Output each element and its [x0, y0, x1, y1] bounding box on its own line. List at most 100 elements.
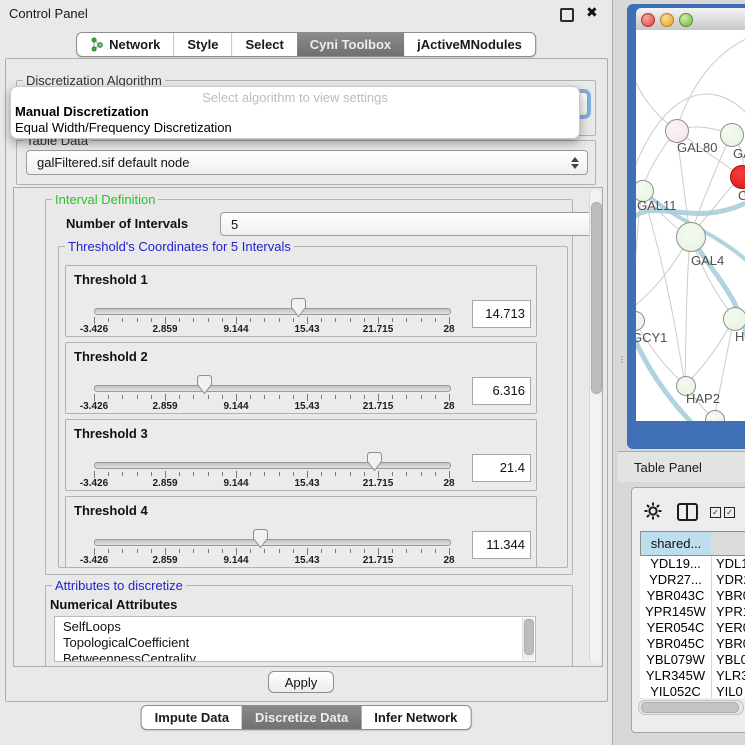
column-header-shared-name[interactable]: shared... — [640, 531, 712, 556]
slider-tick — [406, 318, 407, 322]
tab-network[interactable]: Network — [77, 33, 173, 56]
tab-network-label: Network — [109, 37, 160, 52]
network-node[interactable] — [720, 123, 744, 147]
close-window-icon[interactable] — [641, 13, 655, 27]
close-panel-icon[interactable]: ✖ — [586, 4, 598, 21]
threshold-3-value-field[interactable]: 21.4 — [472, 454, 531, 482]
threshold-4-slider[interactable]: -3.4262.8599.14415.4321.71528 — [94, 527, 449, 565]
zoom-window-icon[interactable] — [679, 13, 693, 27]
tab-discretize-data[interactable]: Discretize Data — [242, 706, 361, 729]
slider-tick — [208, 549, 209, 553]
network-canvas[interactable]: GAL80 GA C GAL11 GAL4 GCY1 H HAP2 — [636, 30, 745, 421]
table-cell-shared-name[interactable]: YPR145W — [640, 604, 711, 620]
threshold-2-panel: Threshold 2 -3.4262.8599.14415.4321.7152… — [65, 342, 537, 414]
threshold-2-value-field[interactable]: 6.316 — [472, 377, 531, 405]
network-window-titlebar[interactable] — [636, 8, 745, 31]
table-row[interactable]: YBR043CYBR0 — [640, 588, 745, 604]
threshold-4-value-field[interactable]: 11.344 — [472, 531, 531, 559]
slider-handle[interactable] — [291, 298, 306, 317]
table-cell-shared-name[interactable]: YER054C — [640, 620, 711, 636]
slider-handle[interactable] — [253, 529, 268, 548]
threshold-1-value-field[interactable]: 14.713 — [472, 300, 531, 328]
slider-tick-label: 9.144 — [223, 555, 248, 566]
table-row[interactable]: YLR345WYLR3 — [640, 668, 745, 684]
threshold-2-slider[interactable]: -3.4262.8599.14415.4321.71528 — [94, 373, 449, 411]
attributes-to-discretize-group: Attributes to discretize Numerical Attri… — [45, 585, 573, 667]
numerical-attributes-list[interactable]: SelfLoops TopologicalCoefficient Between… — [54, 616, 536, 662]
table-row[interactable]: YDR27...YDR2 — [640, 572, 745, 588]
slider-tick — [236, 471, 237, 478]
table-cell-name[interactable]: YPR1 — [711, 604, 745, 620]
tab-select[interactable]: Select — [231, 33, 296, 56]
table-cell-name[interactable]: YER0 — [711, 620, 745, 636]
checkbox-icon[interactable]: ✓ — [710, 507, 721, 518]
column-header-name[interactable]: n — [711, 531, 745, 556]
slider-tick — [151, 472, 152, 476]
apply-button[interactable]: Apply — [268, 671, 334, 693]
table-horizontal-scrollbar[interactable] — [638, 700, 744, 715]
table-row[interactable]: YBL079WYBL0 — [640, 652, 745, 668]
table-row[interactable]: YIL052CYIL0 — [640, 684, 745, 698]
cyni-mode-tab-bar: Impute Data Discretize Data Infer Networ… — [141, 705, 472, 730]
table-cell-shared-name[interactable]: YBL079W — [640, 652, 711, 668]
threshold-3-panel: Threshold 3 -3.4262.8599.14415.4321.7152… — [65, 419, 537, 491]
number-of-intervals-combobox[interactable]: 5 — [220, 212, 603, 236]
panel-splitter-handle[interactable]: ⋮ — [618, 355, 622, 362]
slider-tick — [293, 395, 294, 399]
table-row[interactable]: YPR145WYPR1 — [640, 604, 745, 620]
table-cell-name[interactable]: YLR3 — [711, 668, 745, 684]
slider-handle[interactable] — [197, 375, 212, 394]
table-cell-shared-name[interactable]: YDR27... — [640, 572, 711, 588]
table-cell-name[interactable]: YDR2 — [711, 572, 745, 588]
table-cell-name[interactable]: YBL0 — [711, 652, 745, 668]
tab-cyni-toolbox[interactable]: Cyni Toolbox — [297, 33, 404, 56]
tab-impute-data[interactable]: Impute Data — [142, 706, 242, 729]
list-item-selfloops[interactable]: SelfLoops — [63, 619, 121, 634]
threshold-3-slider[interactable]: -3.4262.8599.14415.4321.71528 — [94, 450, 449, 488]
table-cell-shared-name[interactable]: YDL19... — [640, 556, 711, 572]
table-cell-name[interactable]: YIL0 — [711, 684, 745, 698]
scrollbar-thumb[interactable] — [591, 202, 602, 394]
table-cell-shared-name[interactable]: YBR043C — [640, 588, 711, 604]
slider-track[interactable] — [94, 308, 451, 315]
table-cell-name[interactable]: YDL1 — [711, 556, 745, 572]
slider-track[interactable] — [94, 385, 451, 392]
table-cell-name[interactable]: YBR0 — [711, 636, 745, 652]
table-cell-name[interactable]: YBR0 — [711, 588, 745, 604]
table-cell-shared-name[interactable]: YBR045C — [640, 636, 711, 652]
slider-track[interactable] — [94, 539, 451, 546]
tab-infer-network[interactable]: Infer Network — [361, 706, 470, 729]
threshold-1-slider[interactable]: -3.4262.8599.14415.4321.71528 — [94, 296, 449, 334]
network-node[interactable] — [723, 307, 745, 331]
scrollbar-thumb[interactable] — [524, 619, 534, 655]
minimize-window-icon[interactable] — [660, 13, 674, 27]
gear-icon[interactable] — [644, 502, 662, 520]
slider-track[interactable] — [94, 462, 451, 469]
attributes-list-scrollbar[interactable] — [522, 618, 534, 660]
popup-option-manual-discretization[interactable]: Manual Discretization — [15, 104, 149, 119]
table-cell-shared-name[interactable]: YIL052C — [640, 684, 711, 698]
scrollbar-thumb[interactable] — [641, 702, 739, 713]
slider-tick — [250, 318, 251, 322]
settings-vertical-scrollbar[interactable] — [589, 189, 601, 664]
slider-tick — [350, 549, 351, 553]
network-node-gal4[interactable] — [676, 222, 706, 252]
popup-option-equal-width-frequency[interactable]: Equal Width/Frequency Discretization — [15, 120, 232, 135]
split-columns-icon[interactable] — [677, 503, 698, 521]
list-item-betweennesscentrality[interactable]: BetweennessCentrality — [63, 651, 196, 662]
table-data-combobox[interactable]: galFiltered.sif default node — [26, 150, 588, 175]
table-row[interactable]: YDL19...YDL1 — [640, 556, 745, 572]
table-row[interactable]: YBR045CYBR0 — [640, 636, 745, 652]
table-cell-shared-name[interactable]: YLR345W — [640, 668, 711, 684]
slider-tick — [193, 395, 194, 399]
tab-style[interactable]: Style — [173, 33, 231, 56]
float-window-icon[interactable] — [560, 8, 574, 22]
slider-tick — [108, 472, 109, 476]
checkbox-icon[interactable]: ✓ — [724, 507, 735, 518]
thresholds-coordinates-group: Threshold's Coordinates for 5 Intervals … — [58, 246, 568, 568]
list-item-topologicalcoefficient[interactable]: TopologicalCoefficient — [63, 635, 189, 650]
slider-tick — [435, 472, 436, 476]
tab-jactivemodules[interactable]: jActiveMNodules — [404, 33, 535, 56]
slider-handle[interactable] — [367, 452, 382, 471]
table-row[interactable]: YER054CYER0 — [640, 620, 745, 636]
